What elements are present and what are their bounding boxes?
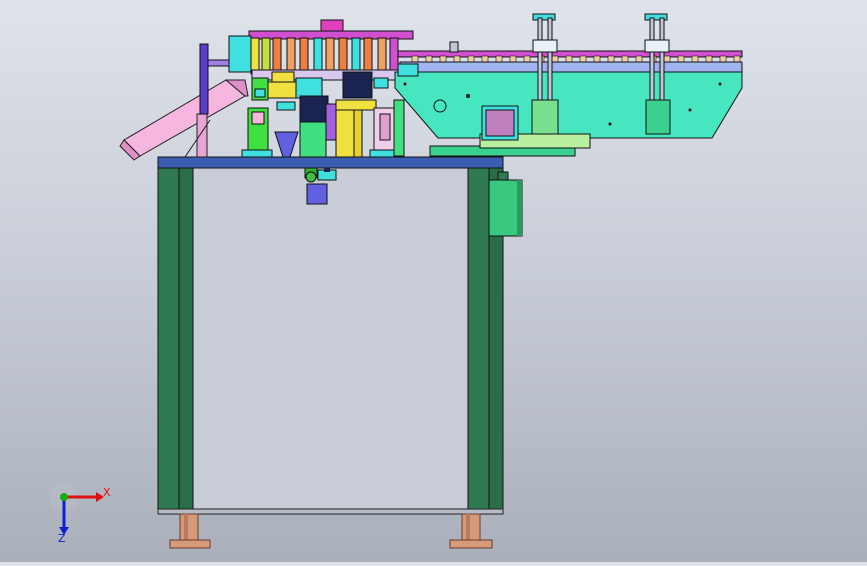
right-foot (449, 513, 493, 549)
conveyor-unit (394, 13, 743, 157)
leveling-feet (169, 513, 493, 549)
left-foot (169, 513, 211, 549)
y-axis-dot (60, 493, 68, 501)
electrical-box (488, 171, 523, 237)
frame-opening (192, 167, 469, 514)
frame-left-leg-outer (157, 167, 180, 514)
z-axis-label: Z (58, 532, 66, 545)
vertical-pins (250, 37, 399, 75)
frame-right-leg-inner (467, 167, 490, 514)
machine-drawing: X Z (50, 13, 743, 549)
x-axis-label: X (103, 486, 111, 499)
frame-bottom-rail (157, 508, 504, 515)
coordinate-triad: X Z (50, 483, 111, 545)
frame-left-leg-inner (178, 167, 194, 514)
cad-viewport[interactable]: X Z (0, 0, 867, 562)
machine-frame (157, 156, 504, 515)
center-assembly (228, 19, 414, 158)
table-top (157, 156, 504, 169)
